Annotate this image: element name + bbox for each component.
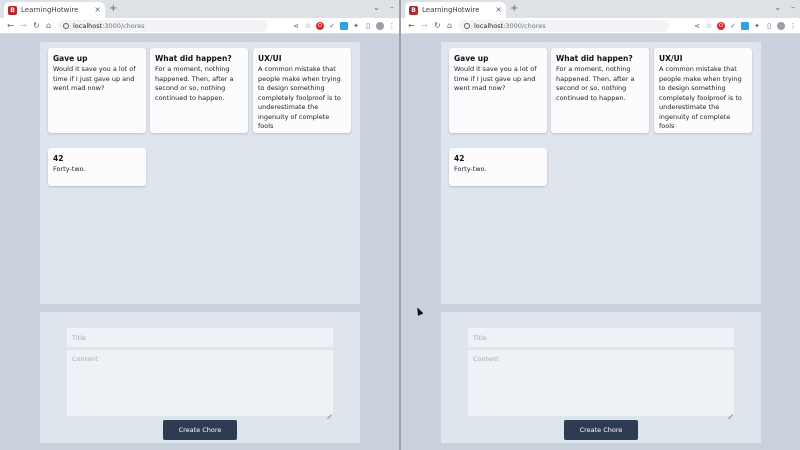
browser-menu-icon[interactable]: ⋮ [388, 22, 396, 30]
chore-content: Would it save you a lot of time if I jus… [454, 65, 537, 92]
address-bar[interactable]: localhost :3000/chores [58, 20, 268, 32]
browser-tab[interactable]: B LearningHotwire × [4, 2, 105, 18]
title-input[interactable] [67, 328, 333, 347]
page-viewport: Gave up Would it save you a lot of time … [0, 35, 400, 450]
tab-search-icon[interactable]: ⌄ [373, 3, 380, 13]
chore-card[interactable]: Gave up Would it save you a lot of time … [48, 48, 146, 133]
chore-content: Would it save you a lot of time if I jus… [53, 65, 136, 92]
create-chore-button[interactable]: Create Chore [564, 420, 638, 440]
extension-blue-icon[interactable] [741, 22, 749, 30]
tab-strip: B LearningHotwire × + ⌄ – [401, 0, 800, 18]
chore-title: What did happen? [155, 54, 232, 63]
minimize-icon[interactable]: – [390, 3, 394, 13]
minimize-icon[interactable]: – [791, 3, 795, 13]
new-chore-form: Create Chore [441, 312, 761, 443]
chore-title: Gave up [53, 54, 88, 63]
chore-title: UX/UI [659, 54, 683, 63]
toolbar-icons: ⋖ ☆ O ✓ ✦ ▯ ⋮ [292, 20, 396, 32]
browser-window-right: B LearningHotwire × + ⌄ – ← → ↻ ⌂ localh… [401, 0, 800, 450]
chores-board: Gave up Would it save you a lot of time … [441, 42, 761, 304]
favicon-icon: B [8, 5, 17, 15]
side-panel-icon[interactable]: ▯ [364, 22, 372, 30]
profile-avatar-icon[interactable] [376, 22, 384, 30]
content-textarea[interactable] [468, 350, 734, 416]
toolbar-icons: ⋖ ☆ O ✓ ✦ ▯ ⋮ [693, 20, 797, 32]
home-button[interactable]: ⌂ [46, 20, 51, 32]
browser-toolbar: ← → ↻ ⌂ localhost :3000/chores ⋖ ☆ O ✓ ✦… [0, 18, 400, 34]
extension-icon[interactable]: ✓ [729, 22, 737, 30]
puzzle-extensions-icon[interactable]: ✦ [753, 22, 761, 30]
puzzle-extensions-icon[interactable]: ✦ [352, 22, 360, 30]
chore-title: Gave up [454, 54, 489, 63]
side-panel-icon[interactable]: ▯ [765, 22, 773, 30]
chore-card[interactable]: What did happen? For a moment, nothing h… [551, 48, 649, 133]
chore-content: Forty-two. [454, 165, 487, 173]
bookmark-star-icon[interactable]: ☆ [705, 22, 713, 30]
resize-grip-icon[interactable] [326, 409, 332, 415]
profile-avatar-icon[interactable] [777, 22, 785, 30]
chore-title: What did happen? [556, 54, 633, 63]
favicon-icon: B [409, 5, 418, 15]
resize-grip-icon[interactable] [727, 409, 733, 415]
forward-button[interactable]: → [20, 20, 27, 32]
tab-title: LearningHotwire [21, 6, 79, 14]
forward-button[interactable]: → [421, 20, 428, 32]
back-button[interactable]: ← [408, 20, 415, 32]
chore-content: A common mistake that people make when t… [258, 65, 341, 130]
new-tab-button[interactable]: + [510, 3, 518, 15]
chore-card[interactable]: Gave up Would it save you a lot of time … [449, 48, 547, 133]
title-input[interactable] [468, 328, 734, 347]
tab-strip: B LearningHotwire × + ⌄ – [0, 0, 400, 18]
share-icon[interactable]: ⋖ [292, 22, 300, 30]
chore-title: UX/UI [258, 54, 282, 63]
chore-card[interactable]: UX/UI A common mistake that people make … [253, 48, 351, 133]
chore-card[interactable]: UX/UI A common mistake that people make … [654, 48, 752, 133]
content-textarea[interactable] [67, 350, 333, 416]
chore-card[interactable]: 42 Forty-two. [449, 148, 547, 186]
extension-blue-icon[interactable] [340, 22, 348, 30]
close-tab-icon[interactable]: × [495, 6, 502, 14]
close-tab-icon[interactable]: × [94, 6, 101, 14]
browser-menu-icon[interactable]: ⋮ [789, 22, 797, 30]
reload-button[interactable]: ↻ [434, 20, 441, 32]
home-button[interactable]: ⌂ [447, 20, 452, 32]
back-button[interactable]: ← [7, 20, 14, 32]
chore-content: Forty-two. [53, 165, 86, 173]
browser-window-left: B LearningHotwire × + ⌄ – ← → ↻ ⌂ localh… [0, 0, 400, 450]
chore-card[interactable]: 42 Forty-two. [48, 148, 146, 186]
opera-extension-icon[interactable]: O [316, 22, 324, 30]
site-info-icon[interactable] [464, 23, 470, 29]
create-chore-button[interactable]: Create Chore [163, 420, 237, 440]
share-icon[interactable]: ⋖ [693, 22, 701, 30]
tab-search-icon[interactable]: ⌄ [774, 3, 781, 13]
browser-toolbar: ← → ↻ ⌂ localhost :3000/chores ⋖ ☆ O ✓ ✦… [401, 18, 800, 34]
url-host: localhost [474, 22, 504, 30]
extension-icon[interactable]: ✓ [328, 22, 336, 30]
new-chore-form: Create Chore [40, 312, 360, 443]
tab-title: LearningHotwire [422, 6, 480, 14]
url-path: :3000/chores [503, 22, 546, 30]
chore-title: 42 [53, 154, 64, 163]
site-info-icon[interactable] [63, 23, 69, 29]
chore-title: 42 [454, 154, 465, 163]
chore-card[interactable]: What did happen? For a moment, nothing h… [150, 48, 248, 133]
url-host: localhost [73, 22, 103, 30]
page-viewport: Gave up Would it save you a lot of time … [401, 35, 800, 450]
url-path: :3000/chores [102, 22, 145, 30]
chore-content: For a moment, nothing happened. Then, af… [155, 65, 234, 102]
reload-button[interactable]: ↻ [33, 20, 40, 32]
browser-tab[interactable]: B LearningHotwire × [405, 2, 506, 18]
bookmark-star-icon[interactable]: ☆ [304, 22, 312, 30]
chore-content: For a moment, nothing happened. Then, af… [556, 65, 635, 102]
chore-content: A common mistake that people make when t… [659, 65, 742, 130]
new-tab-button[interactable]: + [109, 3, 117, 15]
address-bar[interactable]: localhost :3000/chores [459, 20, 669, 32]
chores-board: Gave up Would it save you a lot of time … [40, 42, 360, 304]
opera-extension-icon[interactable]: O [717, 22, 725, 30]
